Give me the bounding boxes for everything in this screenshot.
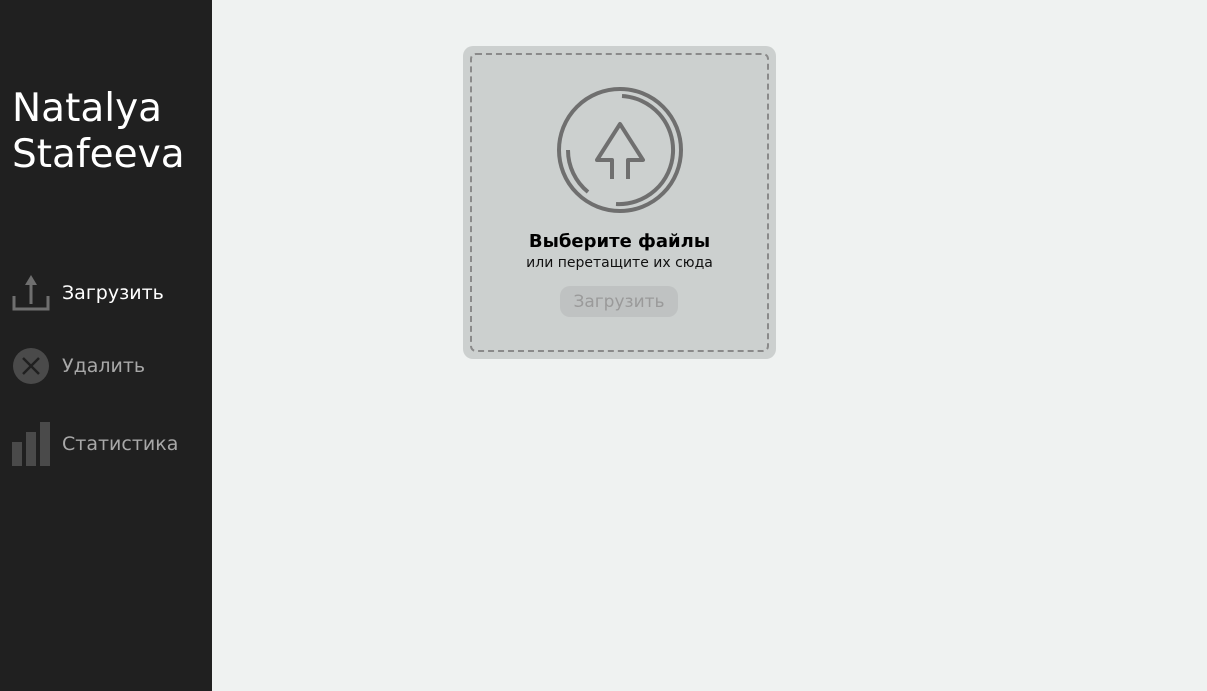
upload-icon (12, 274, 50, 312)
sidebar-item-label: Удалить (62, 355, 146, 377)
brand-last-name: Stafeeva (12, 132, 185, 177)
dropzone-subtitle: или перетащите их сюда (526, 255, 713, 271)
sidebar-item-statistics[interactable]: Статистика (12, 422, 178, 466)
file-dropzone[interactable]: Выберите файлы или перетащите их сюда За… (463, 46, 776, 359)
sidebar-item-upload[interactable]: Загрузить (12, 274, 164, 312)
bar-chart-icon (12, 422, 50, 466)
brand-name: Natalya Stafeeva (12, 86, 185, 178)
dropzone-title: Выберите файлы (528, 231, 711, 252)
sidebar: Natalya Stafeeva Загрузить Удалить Стати… (0, 0, 212, 691)
upload-arrow-icon (556, 86, 684, 219)
delete-icon (12, 347, 50, 385)
sidebar-item-label: Статистика (62, 433, 179, 455)
brand-first-name: Natalya (12, 86, 163, 131)
sidebar-item-delete[interactable]: Удалить (12, 347, 145, 385)
sidebar-item-label: Загрузить (62, 282, 164, 304)
upload-button[interactable]: Загрузить (560, 286, 678, 317)
